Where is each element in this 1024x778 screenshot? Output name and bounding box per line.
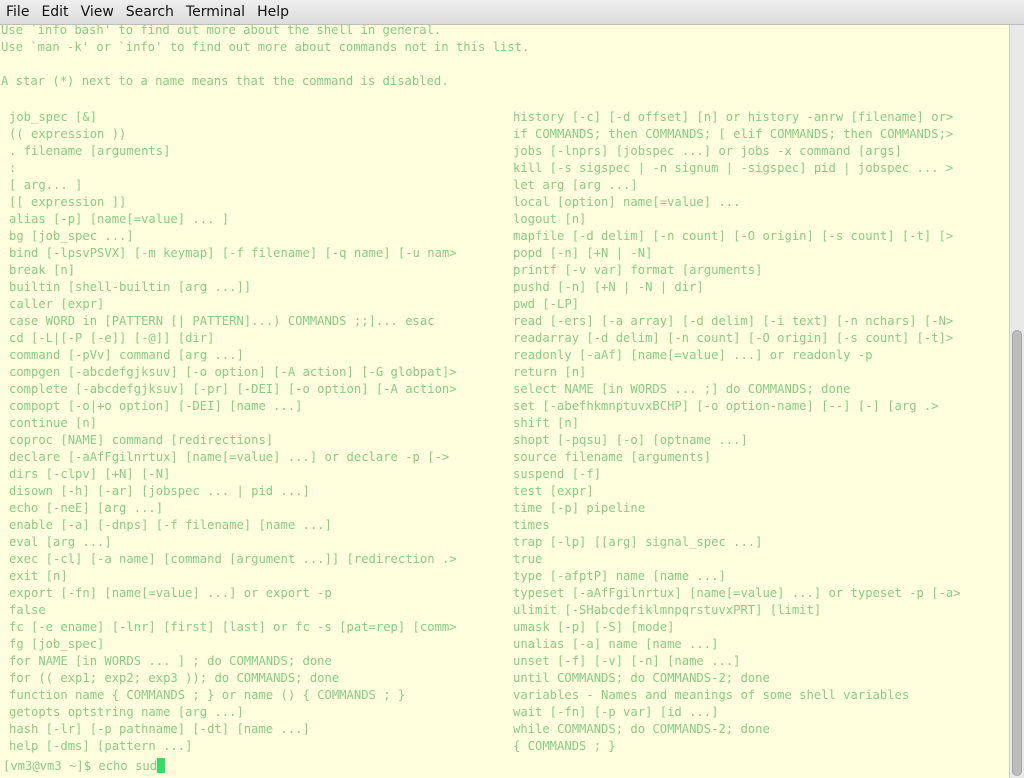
- builtin-entry: until COMMANDS; do COMMANDS-2; done: [513, 671, 770, 685]
- builtin-entry: { COMMANDS ; }: [513, 739, 616, 753]
- builtin-entry: printf [-v var] format [arguments]: [513, 263, 763, 277]
- menu-search[interactable]: Search: [120, 0, 180, 24]
- builtin-entry: cd [-L|[-P [-e]] [-@]] [dir]: [9, 331, 215, 345]
- builtin-entry: . filename [arguments]: [9, 144, 171, 158]
- builtin-entry: command [-pVv] command [arg ...]: [9, 348, 244, 362]
- text-cursor: [157, 758, 166, 773]
- builtin-entry: umask [-p] [-S] [mode]: [513, 620, 675, 634]
- builtin-entry: getopts optstring name [arg ...]: [9, 705, 244, 719]
- builtin-entry: jobs [-lnprs] [jobspec ...] or jobs -x c…: [513, 144, 902, 158]
- builtin-entry: for NAME [in WORDS ... ] ; do COMMANDS; …: [9, 654, 332, 668]
- builtin-entry: return [n]: [513, 365, 587, 379]
- builtin-entry: readonly [-aAf] [name[=value] ...] or re…: [513, 348, 873, 362]
- builtin-entry: kill [-s sigspec | -n signum | -sigspec]…: [513, 161, 954, 175]
- builtin-entry: exec [-cl] [-a name] [command [argument …: [9, 552, 457, 566]
- builtin-entry: alias [-p] [name[=value] ... ]: [9, 212, 230, 226]
- menu-view[interactable]: View: [75, 0, 120, 24]
- builtin-entry: (( expression )): [9, 127, 127, 141]
- builtin-entry: pwd [-LP]: [513, 297, 580, 311]
- builtin-entry: eval [arg ...]: [9, 535, 112, 549]
- builtin-entry: true: [513, 552, 543, 566]
- builtin-entry: read [-ers] [-a array] [-d delim] [-i te…: [513, 314, 954, 328]
- builtin-entry: set [-abefhkmnptuvxBCHP] [-o option-name…: [513, 399, 939, 413]
- builtin-entry: let arg [arg ...]: [513, 178, 638, 192]
- builtin-entry: logout [n]: [513, 212, 587, 226]
- builtin-entry: ulimit [-SHabcdefiklmnpqrstuvxPRT] [limi…: [513, 603, 822, 617]
- builtin-entry: [ arg... ]: [9, 178, 83, 192]
- builtin-entry: echo [-neE] [arg ...]: [9, 501, 164, 515]
- builtin-entry: compgen [-abcdefgjksuv] [-o option] [-A …: [9, 365, 457, 379]
- builtin-entry: shopt [-pqsu] [-o] [optname ...]: [513, 433, 748, 447]
- builtin-entry: complete [-abcdefgjksuv] [-pr] [-DEI] [-…: [9, 382, 457, 396]
- builtin-entry: [[ expression ]]: [9, 195, 127, 209]
- builtin-entry: false: [9, 603, 46, 617]
- builtin-entry: wait [-fn] [-p var] [id ...]: [513, 705, 719, 719]
- builtin-entry: function name { COMMANDS ; } or name () …: [9, 688, 406, 702]
- menu-bar: File Edit View Search Terminal Help: [0, 0, 1024, 25]
- menu-help[interactable]: Help: [251, 0, 295, 24]
- builtin-entry: compopt [-o|+o option] [-DEI] [name ...]: [9, 399, 303, 413]
- builtin-entry: popd [-n] [+N | -N]: [513, 246, 653, 260]
- terminal-output[interactable]: Use `info bash' to find out more about t…: [0, 25, 1009, 778]
- builtin-entry: export [-fn] [name[=value] ...] or expor…: [9, 586, 332, 600]
- builtin-entry: unset [-f] [-v] [-n] [name ...]: [513, 654, 741, 668]
- builtin-entry: builtin [shell-builtin [arg ...]]: [9, 280, 252, 294]
- builtin-entry: :: [9, 161, 17, 175]
- builtin-entry: history [-c] [-d offset] [n] or history …: [513, 110, 954, 124]
- builtin-entry: dirs [-clpv] [+N] [-N]: [9, 467, 171, 481]
- vertical-scrollbar[interactable]: [1009, 25, 1024, 778]
- builtin-entry: local [option] name[=value] ...: [513, 195, 741, 209]
- builtin-entry: source filename [arguments]: [513, 450, 712, 464]
- builtin-entry: times: [513, 518, 550, 532]
- builtin-entry: variables - Names and meanings of some s…: [513, 688, 910, 702]
- header-line: Use `info bash' to find out more about t…: [1, 25, 442, 37]
- builtin-entry: declare [-aAfFgilnrtux] [name[=value] ..…: [9, 450, 450, 464]
- builtin-entry: while COMMANDS; do COMMANDS-2; done: [513, 722, 770, 736]
- builtin-entry: help [-dms] [pattern ...]: [9, 739, 193, 753]
- menu-terminal[interactable]: Terminal: [180, 0, 251, 24]
- builtin-entry: exit [n]: [9, 569, 68, 583]
- builtin-entry: if COMMANDS; then COMMANDS; [ elif COMMA…: [513, 127, 954, 141]
- builtin-entry: readarray [-d delim] [-n count] [-O orig…: [513, 331, 954, 345]
- header-line: A star (*) next to a name means that the…: [1, 74, 449, 88]
- builtin-entry: time [-p] pipeline: [513, 501, 646, 515]
- builtin-entry: for (( exp1; exp2; exp3 )); do COMMANDS;…: [9, 671, 340, 685]
- builtin-entry: unalias [-a] name [name ...]: [513, 637, 719, 651]
- builtin-entry: bind [-lpsvPSVX] [-m keymap] [-f filenam…: [9, 246, 457, 260]
- builtin-entry: caller [expr]: [9, 297, 105, 311]
- builtin-entry: bg [job_spec ...]: [9, 229, 134, 243]
- builtin-entry: disown [-h] [-ar] [jobspec ... | pid ...…: [9, 484, 310, 498]
- builtin-entry: trap [-lp] [[arg] signal_spec ...]: [513, 535, 763, 549]
- builtin-entry: suspend [-f]: [513, 467, 602, 481]
- builtin-entry: type [-afptP] name [name ...]: [513, 569, 726, 583]
- command-prompt[interactable]: [vm3@vm3 ~]$ echo sud: [3, 758, 166, 775]
- builtin-entry: enable [-a] [-dnps] [-f filename] [name …: [9, 518, 332, 532]
- scrollbar-thumb[interactable]: [1012, 330, 1022, 776]
- builtin-entry: select NAME [in WORDS ... ;] do COMMANDS…: [513, 382, 851, 396]
- builtin-entry: job_spec [&]: [9, 110, 98, 124]
- menu-file[interactable]: File: [0, 0, 35, 24]
- builtin-entry: shift [n]: [513, 416, 580, 430]
- builtin-entry: coproc [NAME] command [redirections]: [9, 433, 274, 447]
- builtin-entry: pushd [-n] [+N | -N | dir]: [513, 280, 704, 294]
- menu-edit[interactable]: Edit: [35, 0, 74, 24]
- builtin-entry: continue [n]: [9, 416, 98, 430]
- header-line: Use `man -k' or `info' to find out more …: [1, 40, 530, 54]
- builtin-entry: case WORD in [PATTERN [| PATTERN]...) CO…: [9, 314, 435, 328]
- builtin-entry: break [n]: [9, 263, 76, 277]
- builtin-entry: hash [-lr] [-p pathname] [-dt] [name ...…: [9, 722, 310, 736]
- prompt-text: [vm3@vm3 ~]$ echo sud: [3, 759, 158, 773]
- builtin-entry: test [expr]: [513, 484, 594, 498]
- builtin-entry: typeset [-aAfFgilnrtux] [name[=value] ..…: [513, 586, 961, 600]
- builtin-entry: fg [job_spec]: [9, 637, 105, 651]
- builtin-entry: mapfile [-d delim] [-n count] [-O origin…: [513, 229, 954, 243]
- builtin-entry: fc [-e ename] [-lnr] [first] [last] or f…: [9, 620, 457, 634]
